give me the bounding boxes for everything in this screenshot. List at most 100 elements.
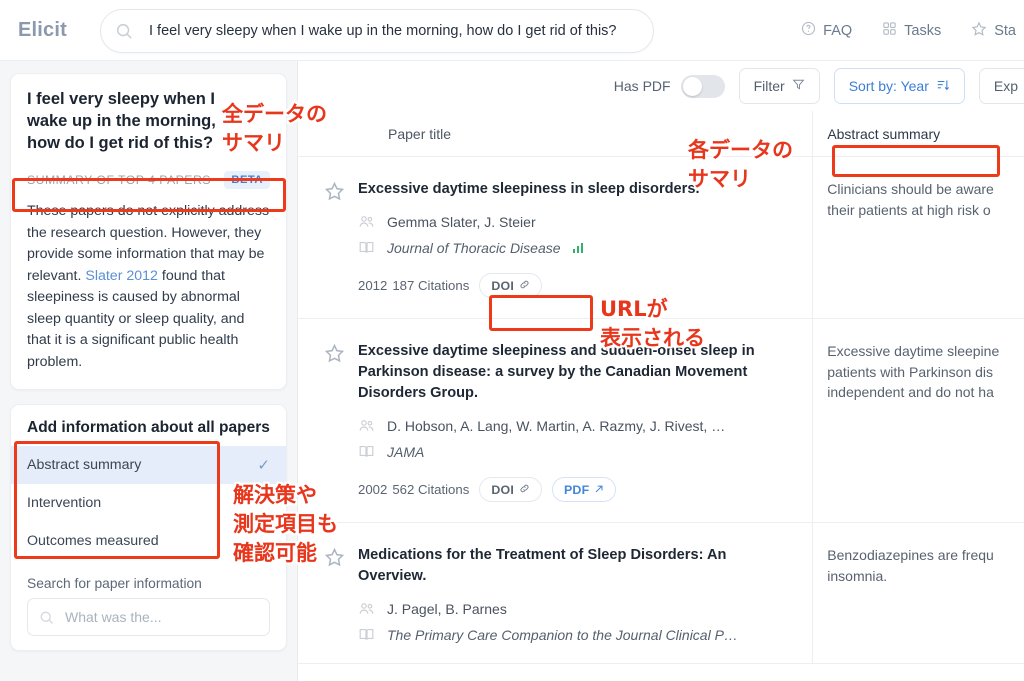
paper-cell: Excessive daytime sleepiness in sleep di…	[298, 157, 812, 318]
results-panel: Has PDF Filter Sort by: Year Exp Paper t…	[297, 61, 1024, 681]
has-pdf-toggle[interactable]	[680, 74, 725, 98]
header-faq-label: FAQ	[823, 22, 853, 39]
paper-title[interactable]: Medications for the Treatment of Sleep D…	[358, 545, 788, 587]
paper-journal-row: The Primary Care Companion to the Journa…	[358, 626, 788, 643]
filter-button-label: Filter	[753, 78, 785, 94]
sort-by-button[interactable]: Sort by: Year	[833, 68, 965, 104]
search-paper-info-box[interactable]	[27, 598, 270, 636]
favorite-star-button[interactable]	[298, 179, 358, 298]
header-actions: FAQ Tasks Sta	[801, 0, 1024, 61]
option-label: Outcomes measured	[27, 533, 159, 549]
paper-chips: 2002 562 Citations DOI PDF	[358, 477, 788, 502]
paper-journal: JAMA	[387, 443, 425, 460]
doi-label: DOI	[491, 482, 514, 497]
paper-journal: The Primary Care Companion to the Journa…	[387, 626, 738, 643]
authors-icon	[358, 417, 375, 434]
sidebar-option-abstract-summary[interactable]: Abstract summary ✓	[11, 446, 286, 484]
search-bar[interactable]	[100, 9, 654, 53]
paper-authors-row: J. Pagel, B. Parnes	[358, 600, 788, 617]
filter-button[interactable]: Filter	[738, 68, 820, 104]
star-icon	[971, 21, 987, 41]
paper-title[interactable]: Excessive daytime sleepiness and sudden-…	[358, 341, 788, 404]
summary-header: SUMMARY OF TOP 4 PAPERS BETA	[27, 168, 270, 192]
export-button-label: Exp	[993, 78, 1018, 94]
link-icon	[519, 483, 530, 497]
funnel-icon	[792, 78, 805, 94]
authors-icon	[358, 600, 375, 617]
paper-cell: Medications for the Treatment of Sleep D…	[298, 523, 812, 663]
table-row: Excessive daytime sleepiness in sleep di…	[298, 157, 1024, 319]
doi-link-chip[interactable]: DOI	[479, 273, 542, 298]
app-header: Elicit FAQ	[0, 0, 1024, 61]
header-faq-button[interactable]: FAQ	[801, 21, 852, 40]
abstract-summary-cell: Clinicians should be aware their patient…	[812, 157, 1024, 318]
table-row: Medications for the Treatment of Sleep D…	[298, 523, 1024, 664]
link-icon	[519, 279, 530, 293]
header-starred-label: Sta	[994, 22, 1016, 39]
paper-info: Medications for the Treatment of Sleep D…	[358, 545, 812, 643]
left-sidebar: I feel very sleepy when I wake up in the…	[0, 61, 297, 681]
column-header-abstract-summary[interactable]: Abstract summary	[812, 110, 1024, 157]
paper-citations: 562 Citations	[392, 482, 470, 497]
pdf-label: PDF	[563, 482, 590, 497]
grid-icon	[882, 21, 897, 40]
search-icon	[39, 610, 54, 625]
book-icon	[358, 239, 375, 256]
paper-citations: 187 Citations	[392, 278, 470, 293]
check-icon: ✓	[257, 457, 270, 474]
elicit-app-window: Elicit FAQ	[0, 0, 1024, 681]
summary-citation-link[interactable]: Slater 2012	[85, 268, 158, 284]
paper-journal: Journal of Thoracic Disease	[387, 239, 561, 256]
search-paper-info-label: Search for paper information	[27, 576, 202, 591]
sort-descending-icon	[936, 78, 950, 95]
paper-authors: Gemma Slater, J. Steier	[387, 213, 536, 230]
paper-authors-row: Gemma Slater, J. Steier	[358, 213, 788, 230]
paper-cell: Excessive daytime sleepiness and sudden-…	[298, 319, 812, 522]
paper-authors-row: D. Hobson, A. Lang, W. Martin, A. Razmy,…	[358, 417, 788, 434]
add-information-title: Add information about all papers	[27, 419, 270, 436]
header-tasks-label: Tasks	[904, 22, 942, 39]
table-row: Excessive daytime sleepiness and sudden-…	[298, 319, 1024, 523]
add-information-card: Add information about all papers Abstrac…	[10, 404, 287, 651]
favorite-star-button[interactable]	[298, 545, 358, 643]
paper-authors: J. Pagel, B. Parnes	[387, 600, 507, 617]
abstract-summary-cell: Benzodiazepines are frequ insomnia.	[812, 523, 1024, 663]
paper-year: 2012	[358, 278, 388, 293]
app-logo[interactable]: Elicit	[18, 19, 80, 42]
has-pdf-label: Has PDF	[613, 78, 671, 94]
export-button[interactable]: Exp	[978, 68, 1024, 104]
paper-info: Excessive daytime sleepiness and sudden-…	[358, 341, 812, 502]
header-starred-button[interactable]: Sta	[971, 21, 1016, 41]
external-link-icon	[594, 483, 604, 497]
summary-text: These papers do not explicitly address t…	[27, 201, 270, 373]
paper-info: Excessive daytime sleepiness in sleep di…	[358, 179, 812, 298]
authors-icon	[358, 213, 375, 230]
book-icon	[358, 443, 375, 460]
table-column-headers: Paper title Abstract summary	[298, 110, 1024, 157]
paper-title[interactable]: Excessive daytime sleepiness in sleep di…	[358, 179, 788, 200]
paper-chips: 2012 187 Citations DOI	[358, 273, 788, 298]
paper-authors: D. Hobson, A. Lang, W. Martin, A. Razmy,…	[387, 417, 726, 434]
pdf-link-chip[interactable]: PDF	[551, 477, 617, 502]
sidebar-option-outcomes-measured[interactable]: Outcomes measured	[11, 522, 286, 560]
paper-year: 2002	[358, 482, 388, 497]
column-header-paper-title[interactable]: Paper title	[298, 126, 812, 142]
doi-link-chip[interactable]: DOI	[479, 477, 542, 502]
sidebar-option-intervention[interactable]: Intervention	[11, 484, 286, 522]
book-icon	[358, 626, 375, 643]
search-input[interactable]	[149, 23, 639, 39]
search-paper-info-input[interactable]	[65, 609, 258, 625]
option-label: Intervention	[27, 495, 102, 511]
paper-journal-row: Journal of Thoracic Disease	[358, 239, 788, 256]
header-tasks-button[interactable]: Tasks	[882, 21, 941, 40]
question-circle-icon	[801, 21, 816, 40]
has-pdf-control[interactable]: Has PDF	[613, 74, 725, 98]
option-label: Abstract summary	[27, 457, 142, 473]
favorite-star-button[interactable]	[298, 341, 358, 502]
summary-label: SUMMARY OF TOP 4 PAPERS	[27, 173, 211, 187]
beta-badge: BETA	[224, 171, 270, 189]
toggle-knob	[682, 76, 702, 96]
paper-journal-row: JAMA	[358, 443, 788, 460]
app-body: I feel very sleepy when I wake up in the…	[0, 61, 1024, 681]
doi-label: DOI	[491, 278, 514, 293]
